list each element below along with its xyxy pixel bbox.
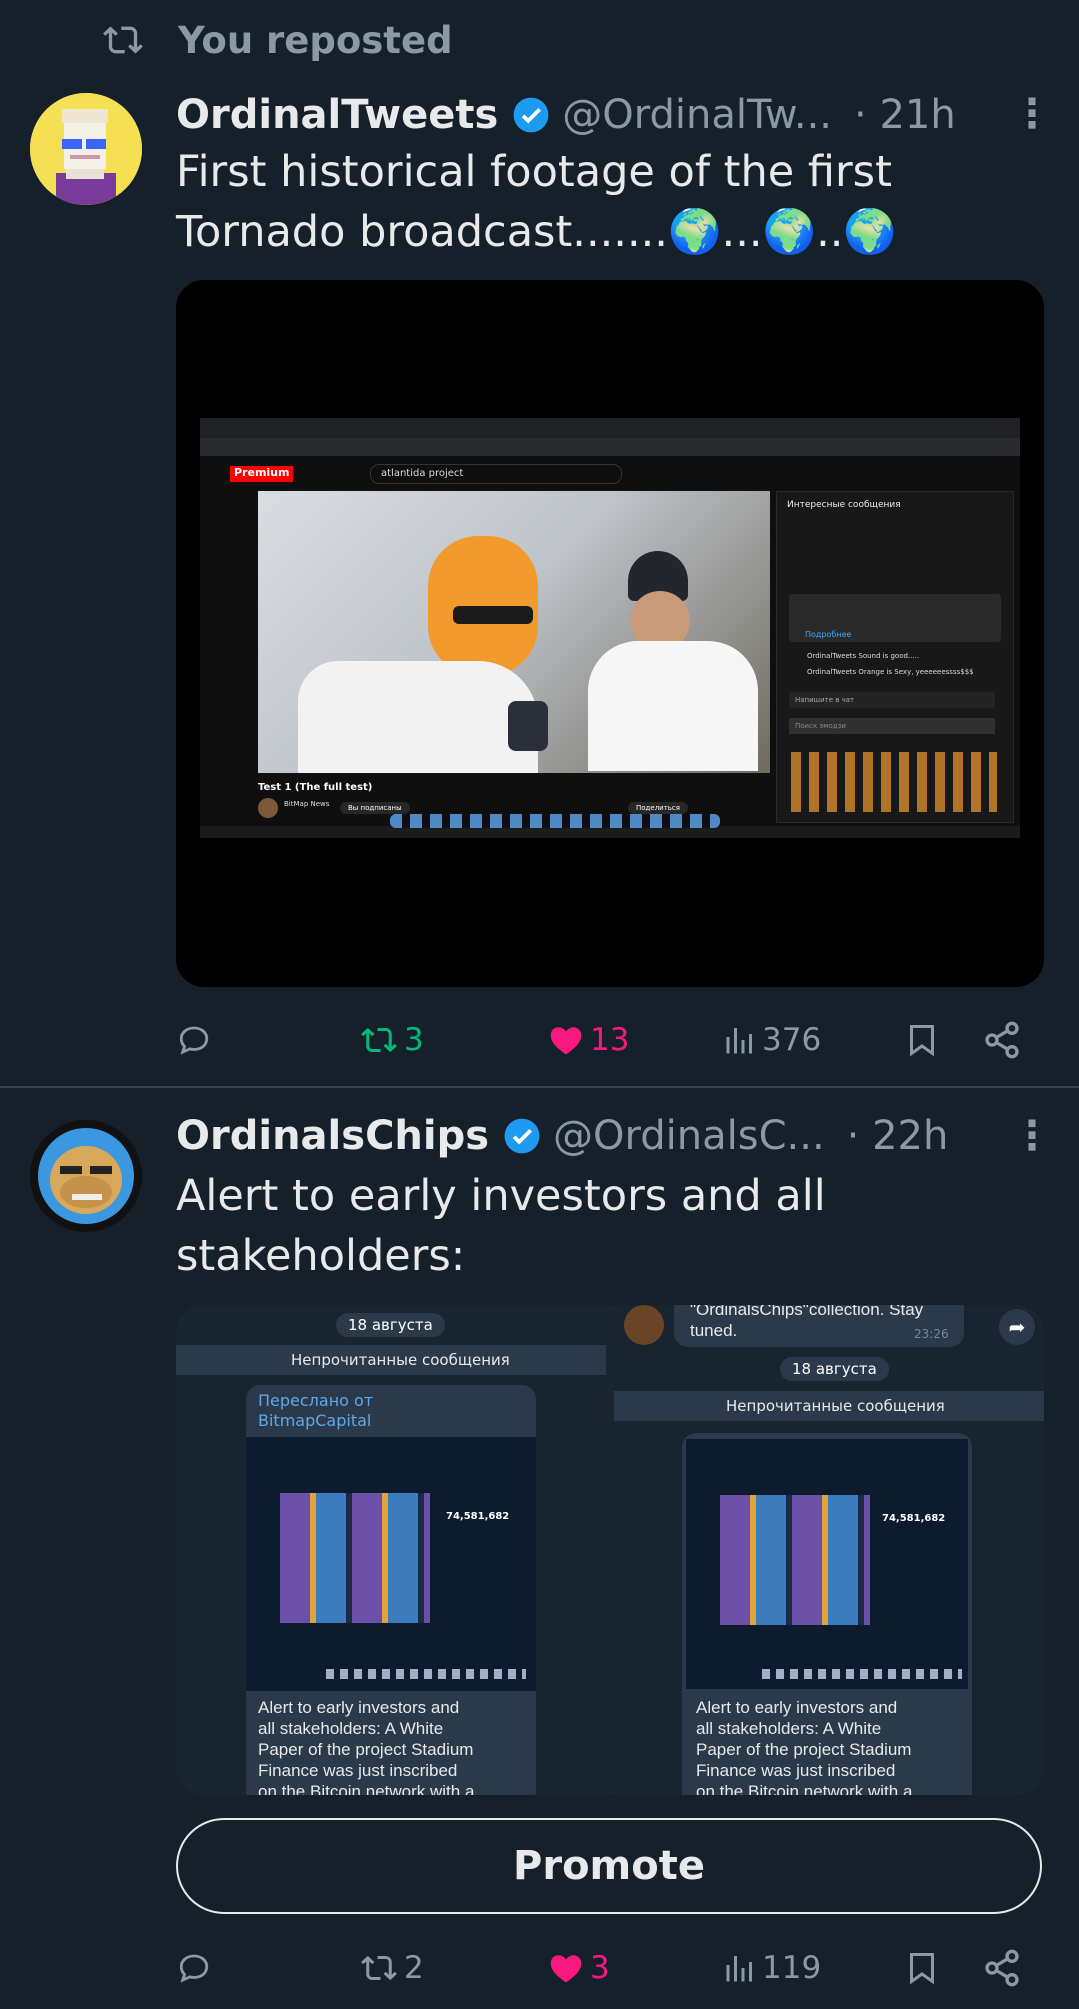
reply-button[interactable] <box>176 1010 216 1070</box>
like-button[interactable]: 3 <box>546 1938 610 1998</box>
promote-button[interactable]: Promote <box>176 1818 1042 1914</box>
reply-button[interactable] <box>176 1938 216 1998</box>
date-label: 18 августа <box>780 1357 889 1381</box>
chat-title: Интересные сообщения <box>787 500 901 510</box>
views-button[interactable]: 119 <box>722 1938 821 1998</box>
emoji-search: Поиск эмодзи <box>789 718 995 734</box>
share-icon[interactable] <box>982 1020 1022 1060</box>
message-line: Finance was just inscribed <box>696 1761 896 1780</box>
repost-icon <box>361 1955 397 1981</box>
like-count: 3 <box>590 1950 610 1986</box>
media-image-right: "OrdinalsChips"collection. Stay tuned. 2… <box>614 1305 1044 1795</box>
counter-value: 74,581,682 <box>882 1513 946 1524</box>
more-options-icon[interactable]: ⋮ <box>1012 94 1052 134</box>
unread-label: Непрочитанные сообщения <box>291 1351 510 1369</box>
tweet-text-line: First historical footage of the first <box>176 147 892 197</box>
channel-name: BitMap News <box>284 800 330 808</box>
video-frame <box>258 491 770 773</box>
repost-label: You reposted <box>178 18 453 62</box>
search-box: atlantida project <box>370 464 622 484</box>
views-button[interactable]: 376 <box>722 1010 821 1070</box>
repost-count: 2 <box>404 1950 424 1986</box>
views-icon <box>726 1956 752 1982</box>
avatar[interactable] <box>30 93 142 205</box>
tweet-media[interactable]: Premium atlantida project Интересные соо… <box>176 280 1044 987</box>
tweet-text-line: Tornado broadcast.......🌍...🌍..🌍 <box>176 207 897 257</box>
tweet-header: OrdinalTweets @OrdinalTw... · 21h <box>176 87 956 143</box>
message-text: Alert to early investors and all stakeho… <box>696 1697 912 1795</box>
repost-icon <box>103 26 143 54</box>
heart-icon <box>550 1955 582 1983</box>
message-line: tuned. <box>690 1321 738 1340</box>
like-button[interactable]: 13 <box>546 1010 629 1070</box>
tweet-time[interactable]: · 21h <box>854 92 956 138</box>
subscribe-button: Вы подписаны <box>340 802 410 814</box>
heart-icon <box>550 1027 582 1055</box>
message-line: Paper of the project Stadium <box>258 1740 474 1759</box>
message-line: Alert to early investors and <box>696 1698 898 1717</box>
tweet-text-line: stakeholders: <box>176 1231 466 1281</box>
previous-message: "OrdinalsChips"collection. Stay tuned. <box>690 1305 923 1341</box>
message-line: Finance was just inscribed <box>258 1761 458 1780</box>
tweet-actions: 2 3 119 <box>176 1938 1036 1998</box>
author-name[interactable]: OrdinalsChips <box>176 1113 489 1159</box>
repost-indicator: You reposted <box>100 14 453 66</box>
tweet-media[interactable]: 18 августа Непрочитанные сообщения Перес… <box>176 1305 1044 1795</box>
repost-count: 3 <box>404 1022 424 1058</box>
forwarded-from: BitmapCapital <box>258 1411 372 1430</box>
embedded-screenshot: 74,581,682 <box>686 1439 968 1689</box>
live-chat: Интересные сообщения Подробнее OrdinalTw… <box>776 491 1014 823</box>
verified-badge-icon <box>513 97 549 133</box>
message-line: all stakeholders: A White <box>696 1719 882 1738</box>
repost-button[interactable]: 2 <box>358 1938 424 1998</box>
message-text: Alert to early investors and all stakeho… <box>258 1697 474 1795</box>
avatar[interactable] <box>30 1120 142 1232</box>
tweet-divider <box>0 1086 1079 1088</box>
message-line: all stakeholders: A White <box>258 1719 444 1738</box>
tweet-text: Alert to early investors and all stakeho… <box>176 1166 826 1286</box>
bookmark-icon[interactable] <box>904 1948 940 1988</box>
like-count: 13 <box>590 1022 630 1058</box>
view-count: 119 <box>762 1950 822 1986</box>
view-count: 376 <box>762 1022 822 1058</box>
video-title: Test 1 (The full test) <box>258 782 373 793</box>
repost-button[interactable]: 3 <box>358 1010 424 1070</box>
tweet-text: First historical footage of the first To… <box>176 142 897 262</box>
youtube-logo: Premium <box>230 466 294 482</box>
message-time: 23:26 <box>914 1327 949 1341</box>
message-line: Paper of the project Stadium <box>696 1740 912 1759</box>
media-image-left: 18 августа Непрочитанные сообщения Перес… <box>176 1305 606 1795</box>
date-label: 18 августа <box>336 1313 445 1337</box>
more-options-icon[interactable]: ⋮ <box>1012 1116 1052 1156</box>
author-name[interactable]: OrdinalTweets <box>176 92 498 138</box>
verified-badge-icon <box>504 1118 540 1154</box>
share-icon[interactable] <box>982 1948 1022 1988</box>
chat-link: Подробнее <box>805 630 852 639</box>
message-line: on the Bitcoin network with a <box>258 1782 475 1795</box>
tweet-actions: 3 13 376 <box>176 1010 1036 1070</box>
share-button: Поделиться <box>628 802 688 814</box>
tweet-header: OrdinalsChips @OrdinalsC... · 22h <box>176 1108 948 1164</box>
forwarded-label: Переслано от <box>258 1391 374 1410</box>
message-line: Alert to early investors and <box>258 1698 460 1717</box>
chat-input: Напишите в чат <box>789 692 995 708</box>
author-handle[interactable]: @OrdinalsC... <box>553 1113 825 1159</box>
browser-screenshot: Premium atlantida project Интересные соо… <box>200 418 1020 838</box>
counter-value: 74,581,682 <box>446 1511 510 1522</box>
author-handle[interactable]: @OrdinalTw... <box>562 92 832 138</box>
message-line: on the Bitcoin network with a <box>696 1782 913 1795</box>
repost-icon <box>361 1027 397 1053</box>
views-icon <box>726 1028 752 1054</box>
tweet-time[interactable]: · 22h <box>847 1113 949 1159</box>
message-line: "OrdinalsChips"collection. Stay <box>690 1305 924 1319</box>
chat-message: OrdinalTweets Sound is good..... <box>807 652 920 660</box>
chat-message: OrdinalTweets Orange is Sexy, yeeeeeesss… <box>807 668 974 676</box>
embedded-screenshot: 74,581,682 <box>246 1437 536 1691</box>
unread-label: Непрочитанные сообщения <box>726 1397 945 1415</box>
reply-icon <box>179 1954 209 1983</box>
forward-icon: ➦ <box>999 1309 1035 1345</box>
reply-icon <box>179 1026 209 1055</box>
bookmark-icon[interactable] <box>904 1020 940 1060</box>
tweet-text-line: Alert to early investors and all <box>176 1171 826 1221</box>
